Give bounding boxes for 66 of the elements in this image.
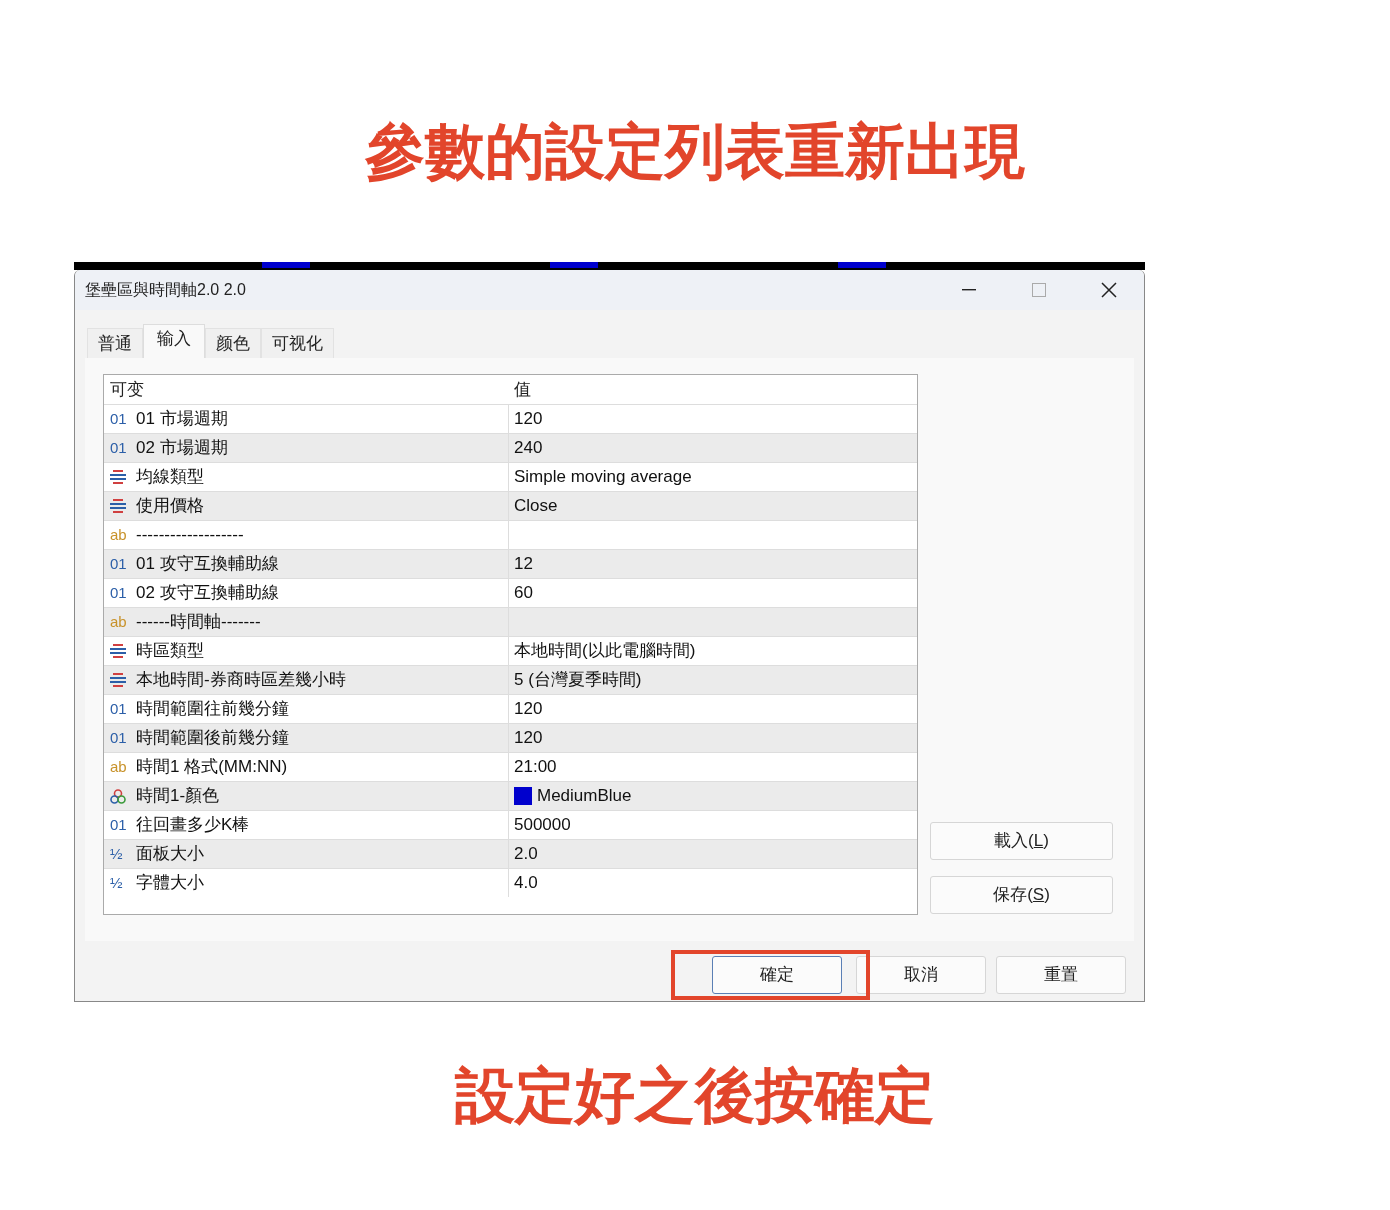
minimize-icon: [962, 289, 976, 291]
side-button[interactable]: 載入(L): [930, 822, 1113, 860]
parameter-value: 本地時間(以此電腦時間): [514, 640, 696, 663]
column-header: 值: [513, 378, 531, 401]
parameter-name: 本地時間-券商時區差幾小時: [136, 669, 346, 692]
parameter-name: 時間範圍後前幾分鐘: [136, 727, 289, 750]
heading: 參數的設定列表重新出現: [365, 117, 1025, 187]
parameter-name: -------------------: [136, 524, 244, 547]
parameter-value: 60: [514, 582, 533, 605]
list-icon: [110, 644, 126, 658]
side-button[interactable]: 保存(S): [930, 876, 1113, 914]
list-icon: [110, 470, 126, 484]
maximize-icon: [1032, 283, 1046, 297]
column-header: 可变: [109, 378, 145, 401]
caption: 設定好之後按確定: [455, 1061, 935, 1131]
number-type-icon: 01: [110, 726, 130, 750]
parameter-value: 2.0: [514, 843, 538, 866]
parameter-name: 01 攻守互換輔助線: [136, 553, 279, 576]
parameter-name: ------時間軸-------: [136, 611, 261, 634]
parameter-value: 12: [514, 553, 533, 576]
parameter-value: Close: [514, 495, 558, 518]
parameter-name: 02 市場週期: [136, 437, 228, 460]
parameter-value: 120: [514, 727, 543, 750]
parameter-name: 時區類型: [136, 640, 204, 663]
parameter-name: 字體大小: [136, 872, 204, 895]
dialog-button[interactable]: 重置: [996, 956, 1126, 994]
parameter-name: 02 攻守互換輔助線: [136, 582, 279, 605]
text-type-icon: ab: [110, 610, 130, 634]
text-type-icon: ab: [110, 755, 130, 779]
list-icon: [110, 499, 126, 513]
parameter-name: 時間1 格式(MM:NN): [136, 756, 288, 779]
tab[interactable]: 输入: [143, 324, 205, 358]
parameter-name: 01 市場週期: [136, 408, 228, 431]
parameter-value: 5 (台灣夏季時間): [514, 669, 642, 692]
number-type-icon: 01: [110, 552, 130, 576]
dialog-button[interactable]: 取消: [856, 956, 986, 994]
palette-icon: [110, 788, 126, 804]
parameter-name: 往回畫多少K棒: [136, 814, 250, 837]
number-type-icon: ½: [110, 871, 130, 895]
parameter-name: 時間1-顏色: [136, 785, 220, 808]
parameter-name: 面板大小: [136, 843, 204, 866]
parameter-value: 120: [514, 408, 543, 431]
parameter-value: 120: [514, 698, 543, 721]
tab[interactable]: 颜色: [205, 328, 261, 358]
window-title: 堡壘區與時間軸2.0 2.0: [85, 280, 247, 300]
parameter-value: 21:00: [514, 756, 557, 779]
dialog-button[interactable]: 確定: [712, 956, 842, 994]
parameter-value: MediumBlue: [537, 785, 632, 808]
parameter-name: 均線類型: [136, 466, 204, 489]
parameter-value: 240: [514, 437, 543, 460]
parameter-name: 時間範圍往前幾分鐘: [136, 698, 289, 721]
number-type-icon: 01: [110, 813, 130, 837]
parameter-value: 500000: [514, 814, 571, 837]
tab[interactable]: 可视化: [261, 328, 334, 358]
tab[interactable]: 普通: [87, 328, 143, 358]
number-type-icon: 01: [110, 407, 130, 431]
parameter-value: 4.0: [514, 872, 538, 895]
parameter-value: Simple moving average: [514, 466, 692, 489]
list-icon: [110, 673, 126, 687]
number-type-icon: ½: [110, 842, 130, 866]
text-type-icon: ab: [110, 523, 130, 547]
number-type-icon: 01: [110, 436, 130, 460]
parameter-name: 使用價格: [136, 495, 204, 518]
number-type-icon: 01: [110, 581, 130, 605]
close-icon: [1101, 282, 1117, 298]
number-type-icon: 01: [110, 697, 130, 721]
